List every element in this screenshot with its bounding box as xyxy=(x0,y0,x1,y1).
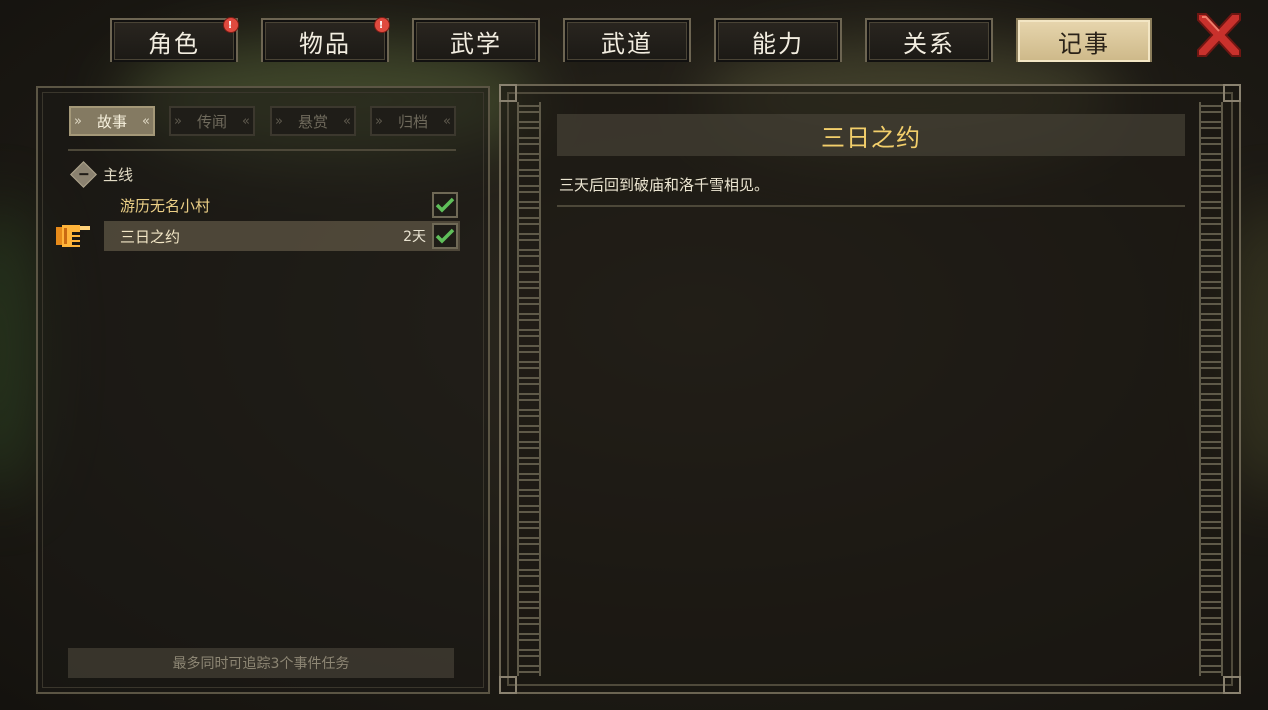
chevron-left-icon: « xyxy=(343,113,351,129)
subtab-archive[interactable]: » 归档 « xyxy=(370,106,456,136)
quest-name: 三日之约 xyxy=(120,227,181,246)
track-checkbox[interactable] xyxy=(432,192,458,218)
corner-ornament xyxy=(499,84,517,102)
group-label: 主线 xyxy=(103,165,134,184)
quest-item[interactable]: 游历无名小村 xyxy=(104,190,460,220)
quest-detail-panel: 三日之约 三天后回到破庙和洛千雪相见。 xyxy=(499,84,1241,694)
meander-border-right xyxy=(1199,102,1223,676)
tab-relations[interactable]: 关系 xyxy=(865,18,993,62)
top-tab-bar: 角色 ! 物品 ! 武学 武道 能力 关系 记事 xyxy=(0,0,1268,64)
close-button[interactable] xyxy=(1192,10,1246,60)
collapse-diamond-icon xyxy=(70,160,97,188)
quest-description: 三天后回到破庙和洛千雪相见。 xyxy=(559,176,770,194)
chevron-right-icon: » xyxy=(275,113,283,129)
quest-item-selected[interactable]: 三日之约 2天 xyxy=(104,221,460,251)
subtab-label: 归档 xyxy=(397,112,428,131)
tab-label: 关系 xyxy=(903,29,955,58)
alert-badge-icon: ! xyxy=(374,17,390,33)
close-x-icon xyxy=(1197,13,1241,57)
chevron-right-icon: » xyxy=(375,113,383,129)
group-main-story[interactable]: 主线 xyxy=(70,160,134,188)
divider xyxy=(68,149,456,151)
chevron-right-icon: » xyxy=(174,113,182,129)
subtab-label: 传闻 xyxy=(196,112,227,131)
chevron-right-icon: » xyxy=(74,113,82,129)
alert-badge-icon: ! xyxy=(223,17,239,33)
corner-ornament xyxy=(1223,84,1241,102)
corner-ornament xyxy=(1223,676,1241,694)
chevron-left-icon: « xyxy=(443,113,451,129)
quest-name: 游历无名小村 xyxy=(120,196,211,215)
tab-martial-way[interactable]: 武道 xyxy=(563,18,691,62)
quest-list-panel: » 故事 « » 传闻 « » 悬赏 « » 归档 « 主线 游历无名小村 三日… xyxy=(36,86,490,694)
tab-abilities[interactable]: 能力 xyxy=(714,18,842,62)
subtab-bounties[interactable]: » 悬赏 « xyxy=(270,106,356,136)
subtab-label: 故事 xyxy=(96,112,127,131)
track-checkbox[interactable] xyxy=(432,223,458,249)
meander-border-left xyxy=(517,102,541,676)
tab-journal[interactable]: 记事 xyxy=(1016,18,1152,62)
quest-title: 三日之约 xyxy=(557,114,1185,156)
tab-label: 武道 xyxy=(601,29,653,58)
tab-character[interactable]: 角色 ! xyxy=(110,17,239,62)
divider xyxy=(557,205,1185,207)
tab-items[interactable]: 物品 ! xyxy=(261,17,390,62)
tab-label: 物品 xyxy=(299,29,351,58)
checkmark-icon xyxy=(435,197,455,213)
background-foliage xyxy=(0,200,40,500)
tab-label: 能力 xyxy=(752,29,804,58)
quest-days: 2天 xyxy=(403,229,426,245)
tab-label: 记事 xyxy=(1058,29,1110,58)
checkmark-icon xyxy=(435,228,455,244)
tab-label: 武学 xyxy=(450,29,502,58)
tracking-limit-note: 最多同时可追踪3个事件任务 xyxy=(68,648,454,678)
tab-martial-arts[interactable]: 武学 xyxy=(412,18,540,62)
chevron-left-icon: « xyxy=(242,113,250,129)
pointing-hand-icon xyxy=(56,225,90,247)
subtab-label: 悬赏 xyxy=(297,112,328,131)
chevron-left-icon: « xyxy=(142,113,150,129)
subtab-story[interactable]: » 故事 « xyxy=(69,106,155,136)
subtab-rumors[interactable]: » 传闻 « xyxy=(169,106,255,136)
corner-ornament xyxy=(499,676,517,694)
tab-label: 角色 xyxy=(148,29,200,58)
